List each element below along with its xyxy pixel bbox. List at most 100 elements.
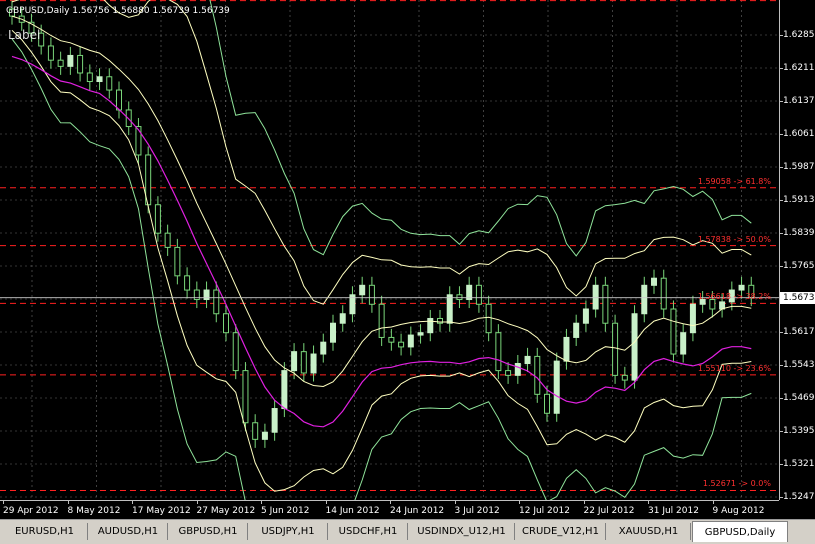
- candle-body: [544, 393, 550, 414]
- candle-body: [738, 284, 745, 291]
- candle-body: [485, 303, 492, 334]
- price-tick-label: 1.55430: [779, 360, 815, 370]
- price-tick-label: 1.59870: [779, 162, 815, 172]
- candle-body: [602, 284, 609, 324]
- candle-body: [651, 277, 657, 286]
- candle-body: [57, 59, 64, 67]
- candle-body: [310, 353, 317, 374]
- price-tick-label: 1.62850: [779, 30, 815, 40]
- candle-body: [437, 317, 443, 324]
- fib-level-label: 1.55110 -> 23.6%: [697, 363, 771, 373]
- candle-body: [680, 332, 687, 355]
- chart-header: GBPUSD,Daily 1.56756 1.56880 1.56739 1.5…: [6, 6, 230, 16]
- date-tick-label: 5 Jun 2012: [261, 500, 310, 516]
- candle-body: [77, 54, 84, 74]
- price-tick-label: 1.60610: [779, 129, 815, 139]
- date-tick-label: 17 May 2012: [132, 500, 191, 516]
- price-tick-label: 1.53210: [779, 459, 815, 469]
- tab-usdchf-h1[interactable]: USDCHF,H1: [329, 523, 408, 540]
- candle-body: [47, 45, 54, 61]
- price-tick-label: 1.56170: [779, 327, 815, 337]
- candle-body: [524, 355, 531, 365]
- fib-level-label: 1.52671 -> 0.0%: [702, 479, 771, 489]
- inner-band-lower: [11, 29, 752, 492]
- candle-body: [67, 54, 74, 67]
- current-price-marker: 1.56739: [780, 291, 815, 304]
- chart-tab-bar: EURUSD,H1 AUDUSD,H1 GBPUSD,H1 USDJPY,H1 USDC…: [0, 519, 815, 544]
- inner-band-upper: [11, 0, 752, 305]
- date-tick-label: 22 Jul 2012: [583, 500, 635, 516]
- date-axis[interactable]: 29 Apr 2012 8 May 2012 17 May 2012 27 May 2…: [0, 500, 779, 520]
- candle-body: [232, 332, 239, 372]
- fib-level-label: 1.56618 -> 38.2%: [697, 292, 771, 302]
- candle-body: [330, 322, 336, 343]
- price-chart[interactable]: GBPUSD,Daily 1.56756 1.56880 1.56739 1.5…: [0, 0, 779, 500]
- date-tick-label: 29 Apr 2012: [3, 500, 59, 516]
- candle-body: [223, 313, 229, 334]
- candle-body: [573, 322, 580, 338]
- tab-gbpusd-h1[interactable]: GBPUSD,H1: [169, 523, 248, 540]
- candle-body: [242, 370, 249, 424]
- candle-body: [281, 370, 288, 410]
- envelope-line: [11, 55, 752, 428]
- outer-band-upper: [209, 0, 752, 257]
- price-tick-label: 1.62110: [779, 63, 815, 73]
- date-tick-label: 14 Jun 2012: [325, 500, 380, 516]
- candle-body: [193, 289, 200, 301]
- candle-body: [213, 289, 220, 315]
- candle-body: [164, 232, 171, 248]
- price-tick-label: 1.59130: [779, 195, 815, 205]
- candle-body: [417, 332, 424, 336]
- candle-body: [154, 204, 161, 234]
- price-tick-label: 1.53950: [779, 426, 815, 436]
- tab-gbpusd-daily[interactable]: GBPUSD,Daily: [692, 521, 788, 542]
- date-tick-label: 12 Jul 2012: [519, 500, 570, 516]
- candle-body: [359, 284, 366, 296]
- candle-body: [495, 332, 502, 372]
- candle-body: [291, 351, 298, 372]
- candle-body: [398, 341, 405, 348]
- candle-body: [505, 370, 512, 376]
- candle-body: [300, 351, 307, 374]
- candle-body: [689, 303, 696, 334]
- candle-body: [203, 289, 210, 301]
- candle-body: [563, 336, 570, 362]
- candle-body: [660, 277, 667, 310]
- candle-body: [407, 334, 414, 348]
- date-tick-label: 8 May 2012: [67, 500, 121, 516]
- candle-body: [116, 89, 122, 111]
- candle-body: [252, 422, 259, 440]
- price-tick-label: 1.58390: [779, 228, 815, 238]
- candle-body: [475, 284, 482, 305]
- date-tick-label: 24 Jun 2012: [390, 500, 445, 516]
- candle-body: [339, 313, 346, 324]
- date-tick-label: 31 Jul 2012: [648, 500, 699, 516]
- price-tick-label: 1.61370: [779, 96, 815, 106]
- tab-xauusd-h1[interactable]: XAUUSD,H1: [607, 523, 691, 540]
- candle-body: [641, 284, 648, 315]
- candle-body: [320, 341, 327, 355]
- tab-usdjpy-h1[interactable]: USDJPY,H1: [249, 523, 328, 540]
- tab-crude-v12-h1[interactable]: CRUDE_V12,H1: [516, 523, 606, 540]
- price-tick-label: 1.57650: [779, 261, 815, 271]
- chart-canvas[interactable]: [0, 0, 779, 500]
- tab-audusd-h1[interactable]: AUDUSD,H1: [89, 523, 168, 540]
- candle-body: [271, 408, 278, 433]
- candle-body: [631, 313, 638, 381]
- candle-body: [621, 374, 628, 381]
- date-tick-label: 9 Aug 2012: [712, 500, 765, 516]
- candle-body: [612, 322, 619, 376]
- candle-body: [174, 246, 181, 277]
- candle-body: [582, 308, 589, 324]
- candle-body: [534, 355, 541, 395]
- chart-object-label[interactable]: Label: [8, 28, 40, 42]
- date-tick-label: 3 Jul 2012: [454, 500, 500, 516]
- price-tick-label: 1.54690: [779, 393, 815, 403]
- candle-body: [456, 294, 463, 301]
- candle-body: [184, 275, 191, 291]
- price-axis[interactable]: 1.62850 1.62110 1.61370 1.60610 1.59870 1.591…: [779, 0, 815, 502]
- tab-usdindx-u12-h1[interactable]: USDINDX_U12,H1: [409, 523, 515, 540]
- candle-body: [378, 303, 385, 338]
- tab-eurusd-h1[interactable]: EURUSD,H1: [2, 523, 88, 540]
- terminal-window: GBPUSD,Daily 1.56756 1.56880 1.56739 1.5…: [0, 0, 815, 544]
